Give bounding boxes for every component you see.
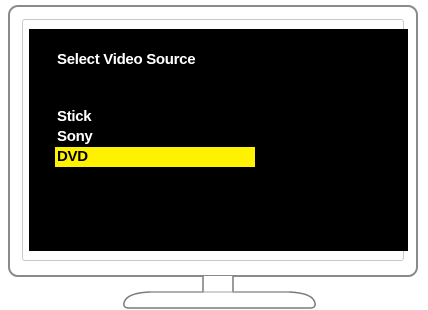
source-option-stick[interactable]: Stick: [55, 107, 255, 127]
source-option-dvd[interactable]: DVD: [55, 147, 255, 167]
tv-stand: [123, 276, 316, 309]
tv-illustration: Select Video Source Stick Sony DVD: [0, 0, 428, 310]
source-option-sony[interactable]: Sony: [55, 127, 255, 147]
osd-title: Select Video Source: [57, 51, 196, 68]
tv-screen: Select Video Source Stick Sony DVD: [29, 29, 408, 251]
video-source-menu: Stick Sony DVD: [55, 107, 255, 167]
